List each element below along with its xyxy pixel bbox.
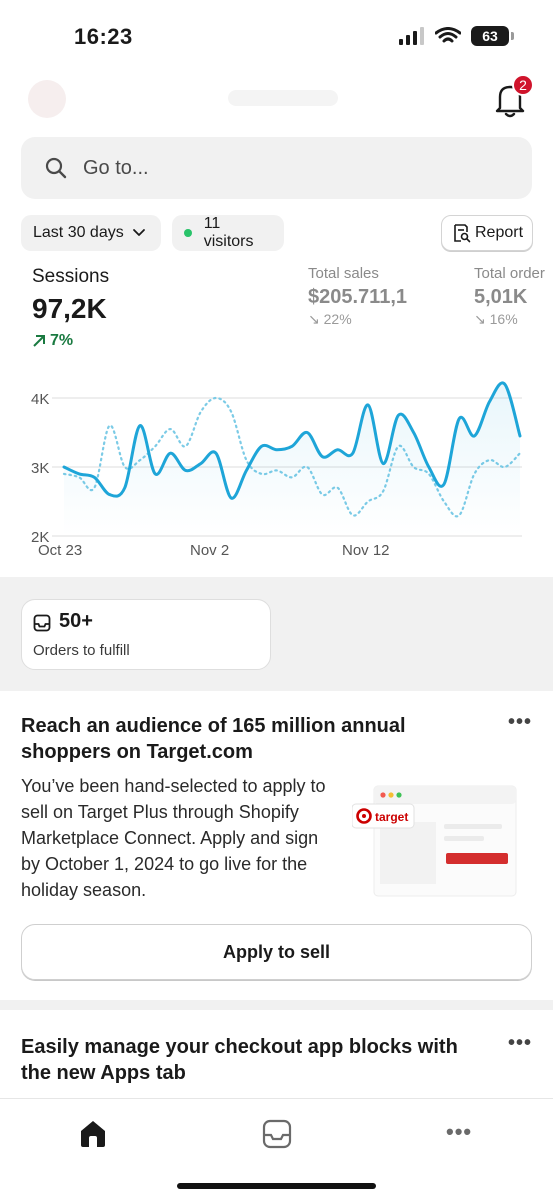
total-sales-change: ↘ 22% [308, 311, 352, 328]
notification-badge: 2 [512, 74, 534, 96]
sessions-label: Sessions [32, 266, 110, 287]
store-avatar[interactable] [28, 80, 66, 118]
status-time: 16:23 [74, 24, 133, 49]
total-orders-change: ↘ 16% [474, 311, 518, 328]
promo-more-button[interactable]: ••• [508, 711, 532, 734]
promo-title: Reach an audience of 165 million annual … [21, 715, 406, 763]
date-range-selector[interactable]: Last 30 days [21, 215, 161, 251]
orders-icon[interactable] [262, 1119, 292, 1149]
x-tick-label: Nov 12 [342, 542, 390, 559]
report-label: Report [475, 224, 524, 241]
y-tick-label: 3K [31, 460, 49, 477]
orders-to-fulfill-count: 50+ [59, 610, 93, 632]
orders-to-fulfill-label: Orders to fulfill [33, 642, 130, 659]
promo2-title: Easily manage your checkout app blocks w… [21, 1036, 458, 1084]
report-icon [454, 224, 471, 243]
orders-to-fulfill-card[interactable]: 50+ Orders to fulfill [21, 599, 271, 670]
total-orders-change-value: 16% [489, 311, 518, 327]
apply-to-sell-button[interactable]: Apply to sell [21, 924, 532, 980]
date-range-label: Last 30 days [33, 224, 124, 241]
section-divider [0, 1000, 553, 1010]
sessions-value: 97,2K [32, 293, 107, 324]
target-logo-text: target [375, 810, 408, 824]
search-placeholder: Go to... [83, 156, 149, 179]
live-visitors-chip[interactable]: 11 visitors [172, 215, 284, 251]
total-sales-label: Total sales [308, 265, 379, 282]
promo-body: You’ve been hand-selected to apply to se… [21, 776, 326, 900]
more-icon[interactable]: ••• [446, 1119, 472, 1145]
battery-icon: 63 [471, 26, 514, 46]
chevron-down-icon [132, 229, 145, 236]
arrow-down-right-icon: ↘ [308, 311, 320, 327]
home-icon[interactable] [78, 1119, 108, 1149]
wifi-icon [435, 27, 461, 43]
total-sales-value: $205.711,1 [308, 286, 407, 308]
home-indicator [177, 1183, 376, 1189]
target-illustration: target [352, 785, 517, 897]
sessions-change: 7% [32, 332, 73, 350]
store-name-placeholder[interactable] [228, 90, 338, 106]
status-icons: 63 [399, 26, 514, 46]
sessions-change-value: 7% [50, 332, 74, 349]
y-tick-label: 4K [31, 391, 49, 408]
status-bar: 16:23 63 [0, 0, 553, 68]
x-tick-label: Nov 2 [190, 542, 229, 559]
inbox-icon [33, 614, 51, 632]
search-icon [45, 157, 67, 179]
visitors-label: 11 visitors [203, 215, 254, 250]
arrow-up-right-icon [33, 335, 45, 347]
total-orders-value: 5,01K [474, 286, 528, 308]
top-bar: 2 [0, 72, 553, 128]
search-input[interactable]: Go to... [21, 137, 532, 199]
cellular-signal-icon [399, 27, 424, 45]
arrow-down-right-icon: ↘ [474, 311, 486, 327]
total-sales-change-value: 22% [323, 311, 352, 327]
x-tick-label: Oct 23 [38, 542, 82, 559]
total-orders-label: Total order [474, 265, 545, 282]
promo2-more-button[interactable]: ••• [508, 1032, 532, 1055]
live-dot-icon [184, 229, 192, 237]
report-button[interactable]: Report [441, 215, 533, 251]
sessions-line-chart: 4K3K2KOct 23 Nov 2 Nov 12 [31, 381, 522, 559]
